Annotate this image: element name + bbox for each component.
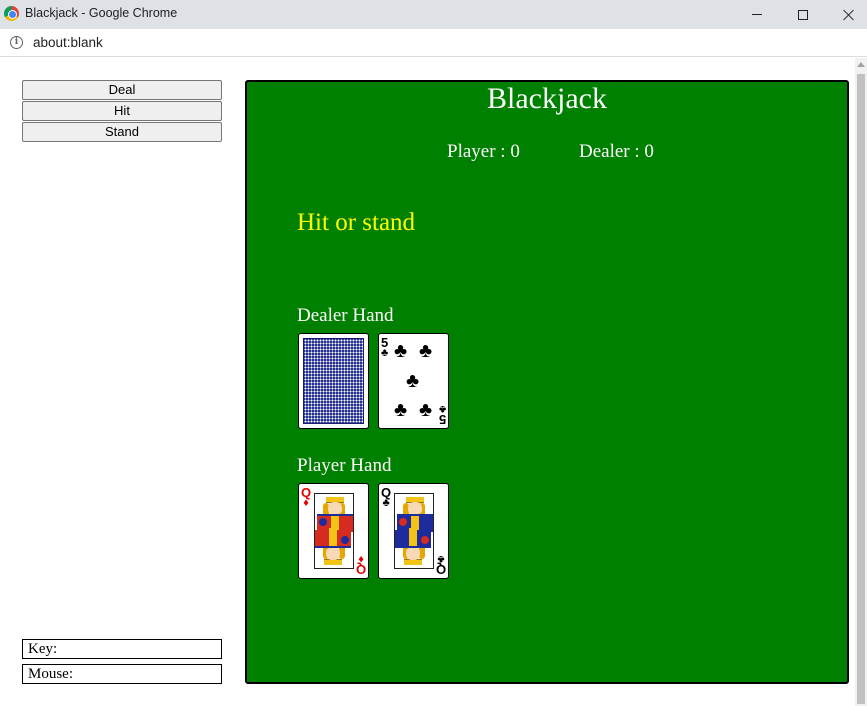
- club-pip-icon: ♣: [394, 340, 408, 362]
- vertical-scrollbar[interactable]: [855, 58, 867, 706]
- hit-button[interactable]: Hit: [22, 101, 222, 121]
- club-pip-icon: ♣: [406, 370, 420, 392]
- player-score: Player : 0: [447, 141, 520, 162]
- club-pip-icon: ♣: [419, 340, 433, 362]
- player-card-queen-of-diamonds: Q ♦ Q ♦: [298, 483, 369, 579]
- minimize-icon: [752, 14, 762, 15]
- key-display: Key:: [22, 639, 222, 659]
- club-suit-icon: ♣: [382, 497, 390, 509]
- card-corner-bottom: Q ♣: [436, 553, 446, 577]
- mouse-display: Mouse:: [22, 664, 222, 684]
- card-corner-top: 5 ♣: [381, 336, 388, 359]
- club-suit-icon: ♣: [437, 553, 445, 565]
- stand-button[interactable]: Stand: [22, 122, 222, 142]
- club-pip-icon: ♣: [394, 399, 408, 421]
- minimize-button[interactable]: [734, 0, 780, 29]
- queen-face-art: [394, 493, 434, 569]
- dealer-card-back: [298, 333, 369, 429]
- scroll-up-arrow-icon[interactable]: [857, 62, 865, 67]
- chrome-logo-icon: [4, 6, 19, 21]
- status-message: Hit or stand: [297, 209, 416, 236]
- close-button[interactable]: [826, 0, 867, 29]
- url-text[interactable]: about:blank: [33, 35, 103, 50]
- maximize-icon: [798, 9, 808, 20]
- club-pip-icon: ♣: [419, 399, 433, 421]
- window-title: Blackjack - Google Chrome: [25, 6, 178, 20]
- club-suit-icon: ♣: [438, 403, 446, 415]
- card-corner-top: Q ♣: [381, 486, 391, 509]
- player-card-queen-of-clubs: Q ♣ Q ♣: [378, 483, 449, 579]
- close-icon: [843, 9, 855, 21]
- dealer-card-five-of-clubs: 5 ♣ ♣ ♣ ♣ ♣ ♣ 5 ♣: [378, 333, 449, 429]
- address-bar[interactable]: i about:blank: [0, 29, 867, 57]
- deal-button[interactable]: Deal: [22, 80, 222, 100]
- game-table: Blackjack Player : 0 Dealer : 0 Hit or s…: [245, 80, 849, 684]
- queen-face-art: [314, 493, 354, 569]
- dealer-score: Dealer : 0: [579, 141, 654, 162]
- maximize-button[interactable]: [780, 0, 826, 29]
- scroll-thumb[interactable]: [857, 74, 865, 704]
- card-corner-bottom: 5 ♣: [438, 403, 446, 427]
- dealer-hand-label: Dealer Hand: [297, 305, 394, 326]
- card-back-pattern: [303, 338, 364, 424]
- title-bar: Blackjack - Google Chrome: [0, 0, 867, 29]
- game-title: Blackjack: [487, 82, 607, 115]
- info-icon[interactable]: i: [10, 36, 23, 49]
- club-suit-icon: ♣: [381, 347, 389, 359]
- card-corner-top: Q ♦: [301, 486, 311, 509]
- player-hand-label: Player Hand: [297, 455, 392, 476]
- card-corner-bottom: Q ♦: [356, 553, 366, 577]
